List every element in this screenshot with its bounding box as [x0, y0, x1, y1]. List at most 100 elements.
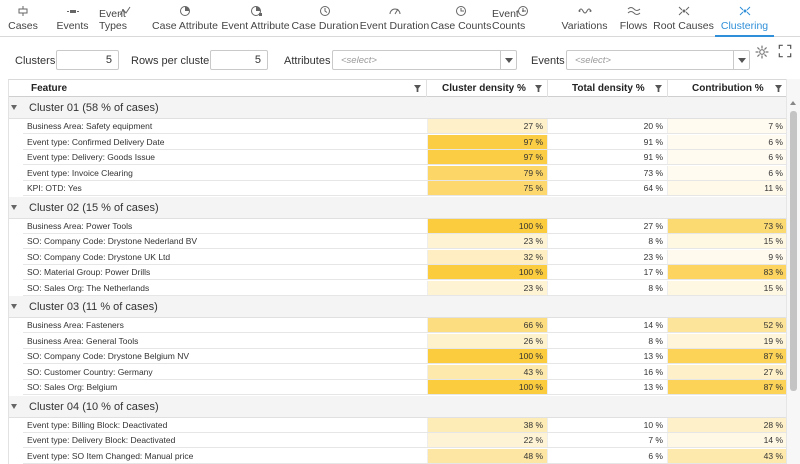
- tab-label: Variations: [561, 20, 608, 32]
- feature-cell: SO: Sales Org: Belgium: [27, 382, 118, 392]
- tab-case-attribute[interactable]: Case Attribute: [150, 0, 220, 36]
- contribution-cell: 6 %: [667, 134, 786, 149]
- flows-icon: [627, 5, 641, 17]
- events-placeholder: <select>: [575, 55, 611, 66]
- header-feature[interactable]: Feature: [31, 83, 67, 94]
- rows-per-cluster-input[interactable]: 5: [210, 50, 268, 70]
- cluster-density-cell: 27 %: [427, 119, 547, 133]
- tab-cases[interactable]: Cases: [0, 0, 46, 36]
- events-select[interactable]: <select>: [566, 50, 750, 70]
- tab-events[interactable]: Events: [46, 0, 99, 36]
- tab-event-counts[interactable]: Event Counts: [492, 0, 554, 36]
- contribution-cell: 6 %: [667, 150, 786, 164]
- chevron-down-icon[interactable]: [733, 51, 749, 69]
- filter-icon[interactable]: [775, 85, 782, 92]
- attributes-select[interactable]: <select>: [332, 50, 517, 70]
- header-total-density[interactable]: Total density %: [572, 83, 645, 94]
- table-row[interactable]: KPI: OTD: Yes 75 % 64 % 11 %: [23, 181, 786, 196]
- feature-cell: Business Area: Power Tools: [27, 220, 133, 231]
- table-row[interactable]: SO: Customer Country: Germany 43 % 16 % 27 …: [23, 364, 786, 380]
- table-row[interactable]: Event type: Invoice Clearing 79 % 73 % 6 %: [23, 165, 786, 181]
- cluster-group-row[interactable]: Cluster 03 (11 % of cases): [9, 296, 786, 318]
- tab-event-types[interactable]: Event Types: [99, 0, 150, 36]
- table-row[interactable]: Event type: Billing Block: Deactivated 38…: [23, 417, 786, 433]
- header-contribution[interactable]: Contribution %: [692, 83, 764, 94]
- feature-cell: KPI: OTD: Yes: [27, 183, 82, 193]
- contribution-cell: 15 %: [667, 280, 786, 295]
- table-row[interactable]: Event type: Delivery: Goods Issue 97 % 91 …: [23, 150, 786, 165]
- cluster-title: Cluster 03 (11 % of cases): [29, 301, 158, 313]
- tab-flows[interactable]: Flows: [615, 0, 652, 36]
- contribution-cell: 6 %: [667, 165, 786, 180]
- cluster-density-cell: 97 %: [427, 134, 547, 149]
- tab-root-causes[interactable]: Root Causes: [652, 0, 715, 36]
- feature-cell: Event type: SO Item Changed: Manual pric…: [27, 450, 194, 461]
- cluster-density-cell: 22 %: [427, 433, 547, 447]
- table-row[interactable]: SO: Company Code: Drystone Belgium NV 100…: [23, 349, 786, 364]
- clustering-icon: [738, 5, 752, 17]
- total-density-cell: 27 %: [547, 218, 667, 233]
- feature-cell: Event type: Confirmed Delivery Date: [27, 136, 165, 147]
- table-row[interactable]: Business Area: Power Tools 100 % 27 % 73 %: [23, 218, 786, 234]
- filter-icon[interactable]: [414, 85, 421, 92]
- collapse-arrow-icon[interactable]: [11, 403, 17, 409]
- table-row[interactable]: SO: Company Code: Drystone Nederland BV 2…: [23, 234, 786, 249]
- tab-label: Case Counts: [430, 20, 492, 32]
- tab-event-attribute[interactable]: Event Attribute: [220, 0, 291, 36]
- cluster-group-row[interactable]: Cluster 04 (10 % of cases): [9, 395, 786, 418]
- collapse-arrow-icon[interactable]: [11, 304, 17, 309]
- tab-case-counts[interactable]: Case Counts: [430, 0, 492, 36]
- total-density-cell: 17 %: [547, 265, 667, 279]
- filter-icon[interactable]: [655, 85, 662, 92]
- table-row[interactable]: Business Area: Safety equipment 27 % 20 % 7…: [23, 119, 786, 134]
- table-row[interactable]: Business Area: Fasteners 66 % 14 % 52 %: [23, 318, 786, 333]
- tab-case-duration[interactable]: Case Duration: [291, 0, 359, 36]
- clusters-input[interactable]: 5: [56, 50, 119, 70]
- table-row[interactable]: Event type: Confirmed Delivery Date 97 % 9…: [23, 134, 786, 150]
- tab-label: Case Duration: [291, 20, 359, 32]
- tab-clustering[interactable]: Clustering: [715, 0, 774, 37]
- scroll-up-icon[interactable]: [790, 101, 796, 105]
- cluster-density-cell: 23 %: [427, 234, 547, 248]
- tab-label: Event Duration: [359, 20, 430, 32]
- event-duration-icon: [388, 5, 402, 17]
- table-row[interactable]: SO: Material Group: Power Drills 100 % 17 …: [23, 265, 786, 280]
- tab-event-duration[interactable]: Event Duration: [359, 0, 430, 36]
- collapse-arrow-icon[interactable]: [11, 105, 17, 110]
- chevron-down-icon[interactable]: [500, 51, 516, 69]
- total-density-cell: 14 %: [547, 318, 667, 332]
- tab-label: Clustering: [720, 20, 769, 32]
- cluster-group-row[interactable]: Cluster 01 (58 % of cases): [9, 97, 786, 119]
- cluster-density-cell: 100 %: [427, 265, 547, 279]
- table-row[interactable]: SO: Sales Org: Belgium 100 % 13 % 87 %: [23, 380, 786, 395]
- tab-variations[interactable]: Variations: [554, 0, 615, 36]
- table-row[interactable]: SO: Sales Org: The Netherlands 23 % 8 % 15 …: [23, 280, 786, 296]
- cluster-title: Cluster 01 (58 % of cases): [29, 102, 159, 114]
- scrollbar-thumb[interactable]: [790, 111, 797, 391]
- cluster-density-cell: 100 %: [427, 218, 547, 233]
- contribution-cell: 83 %: [667, 265, 786, 279]
- filter-icon[interactable]: [535, 85, 542, 92]
- total-density-cell: 91 %: [547, 150, 667, 164]
- header-cluster-density[interactable]: Cluster density %: [442, 83, 526, 94]
- total-density-cell: 23 %: [547, 249, 667, 264]
- column-divider: [547, 80, 548, 97]
- vertical-scrollbar[interactable]: [786, 79, 800, 464]
- gear-icon[interactable]: [755, 45, 769, 59]
- clusters-label: Clusters: [15, 55, 56, 67]
- feature-cell: Event type: Billing Block: Deactivated: [27, 419, 168, 430]
- total-density-cell: 13 %: [547, 380, 667, 394]
- table-row[interactable]: Event type: SO Item Changed: Manual pric…: [23, 448, 786, 464]
- tab-label: Event Attribute: [221, 20, 290, 32]
- collapse-arrow-icon[interactable]: [11, 204, 17, 210]
- table-row[interactable]: Event type: Delivery Block: Deactivated 2…: [23, 433, 786, 448]
- table-row[interactable]: Business Area: General Tools 26 % 8 % 19 %: [23, 333, 786, 349]
- feature-cell: Event type: Delivery: Goods Issue: [27, 152, 156, 162]
- cluster-density-cell: 100 %: [427, 380, 547, 394]
- cluster-group-row[interactable]: Cluster 02 (15 % of cases): [9, 196, 786, 219]
- fullscreen-icon[interactable]: [778, 44, 792, 58]
- root-causes-icon: [677, 5, 691, 17]
- cases-icon: [16, 5, 30, 17]
- table-row[interactable]: SO: Company Code: Drystone UK Ltd 32 % 23 …: [23, 249, 786, 265]
- feature-cell: Event type: Delivery Block: Deactivated: [27, 435, 176, 445]
